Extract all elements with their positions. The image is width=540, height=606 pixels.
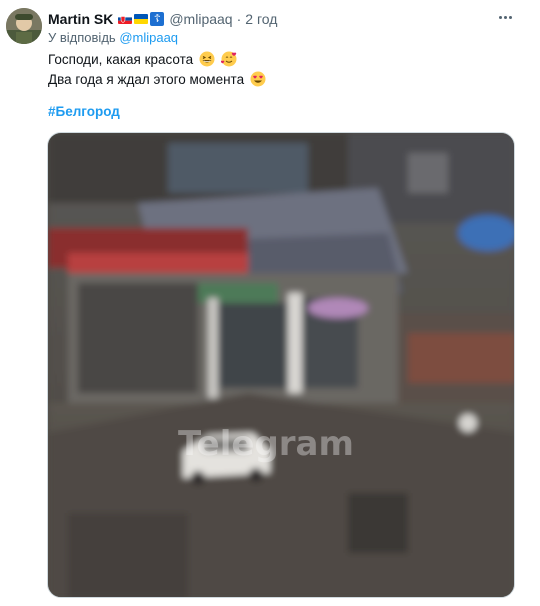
avatar[interactable] xyxy=(6,8,42,44)
slovakia-flag-icon xyxy=(118,14,133,24)
avatar-photo-icon xyxy=(6,8,42,44)
tweet-text-line-1: Господи, какая красота xyxy=(48,50,266,70)
hashtag-link[interactable]: #Белгород xyxy=(48,104,120,119)
video-frame: Telegram xyxy=(48,133,514,597)
video-watermark: Telegram xyxy=(178,424,354,464)
tweet[interactable]: Martin SK ☦ @mlipaaq · 2 год У відповідь… xyxy=(0,0,540,606)
tweet-text-line-2: Два года я ждал этого момента xyxy=(48,70,266,90)
more-options-icon[interactable] xyxy=(494,10,516,24)
heart-eyes-face-icon xyxy=(250,71,266,87)
text-line-2: Два года я ждал этого момента xyxy=(48,72,245,87)
reply-context: У відповідь @mlipaaq xyxy=(48,30,178,45)
ukraine-flag-icon xyxy=(134,14,149,24)
reply-prefix: У відповідь xyxy=(48,30,116,45)
separator-dot: · xyxy=(236,11,242,27)
tweet-header: Martin SK ☦ @mlipaaq · 2 год xyxy=(48,9,277,29)
grinning-squinting-face-icon xyxy=(199,51,215,67)
handle[interactable]: @mlipaaq xyxy=(169,11,232,27)
text-line-1: Господи, какая красота xyxy=(48,52,194,67)
profile-badges: ☦ xyxy=(118,12,165,26)
timestamp[interactable]: 2 год xyxy=(245,11,277,27)
video-player[interactable]: Telegram xyxy=(47,132,515,598)
orthodox-cross-icon: ☦ xyxy=(150,12,165,26)
display-name[interactable]: Martin SK xyxy=(48,11,113,27)
smiling-face-with-hearts-icon xyxy=(220,51,237,67)
tweet-text: Господи, какая красота Два года я ждал э… xyxy=(48,50,266,90)
reply-to-link[interactable]: @mlipaaq xyxy=(119,30,178,45)
